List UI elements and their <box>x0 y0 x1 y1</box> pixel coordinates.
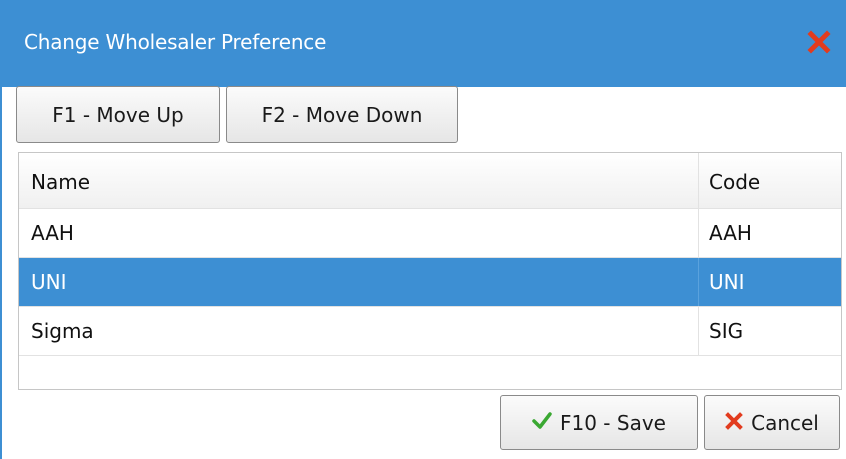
move-up-label: F1 - Move Up <box>52 102 184 127</box>
column-divider <box>698 153 699 208</box>
cell-code: AAH <box>709 221 752 245</box>
column-header-name[interactable]: Name <box>31 153 90 209</box>
cell-name: UNI <box>31 270 67 294</box>
save-button[interactable]: F10 - Save <box>500 395 698 450</box>
dialog-title: Change Wholesaler Preference <box>24 30 327 54</box>
change-wholesaler-dialog: Change Wholesaler Preference F1 - Move U… <box>0 0 846 459</box>
grid-header-row: Name Code <box>19 153 841 209</box>
cell-name: AAH <box>31 221 74 245</box>
move-down-button[interactable]: F2 - Move Down <box>226 86 458 143</box>
move-down-label: F2 - Move Down <box>261 102 423 127</box>
table-row[interactable]: Sigma SIG <box>19 307 841 356</box>
column-divider <box>698 209 699 257</box>
cancel-label: Cancel <box>751 410 819 435</box>
table-row[interactable]: AAH AAH <box>19 209 841 258</box>
cancel-button[interactable]: Cancel <box>704 395 840 450</box>
cell-code: SIG <box>709 319 744 343</box>
title-bar: Change Wholesaler Preference <box>2 0 846 87</box>
save-label: F10 - Save <box>560 410 666 435</box>
column-divider <box>698 258 699 306</box>
cell-name: Sigma <box>31 319 94 343</box>
cell-code: UNI <box>709 270 745 294</box>
close-x-icon[interactable] <box>807 30 831 54</box>
column-header-code[interactable]: Code <box>709 153 760 209</box>
checkmark-icon <box>532 411 552 435</box>
wholesaler-grid: Name Code AAH AAH UNI UNI Sigma SIG <box>18 152 842 390</box>
empty-row <box>19 356 841 389</box>
move-up-button[interactable]: F1 - Move Up <box>16 86 220 143</box>
x-icon <box>725 411 743 435</box>
table-row-selected[interactable]: UNI UNI <box>19 258 841 307</box>
column-divider <box>698 307 699 355</box>
